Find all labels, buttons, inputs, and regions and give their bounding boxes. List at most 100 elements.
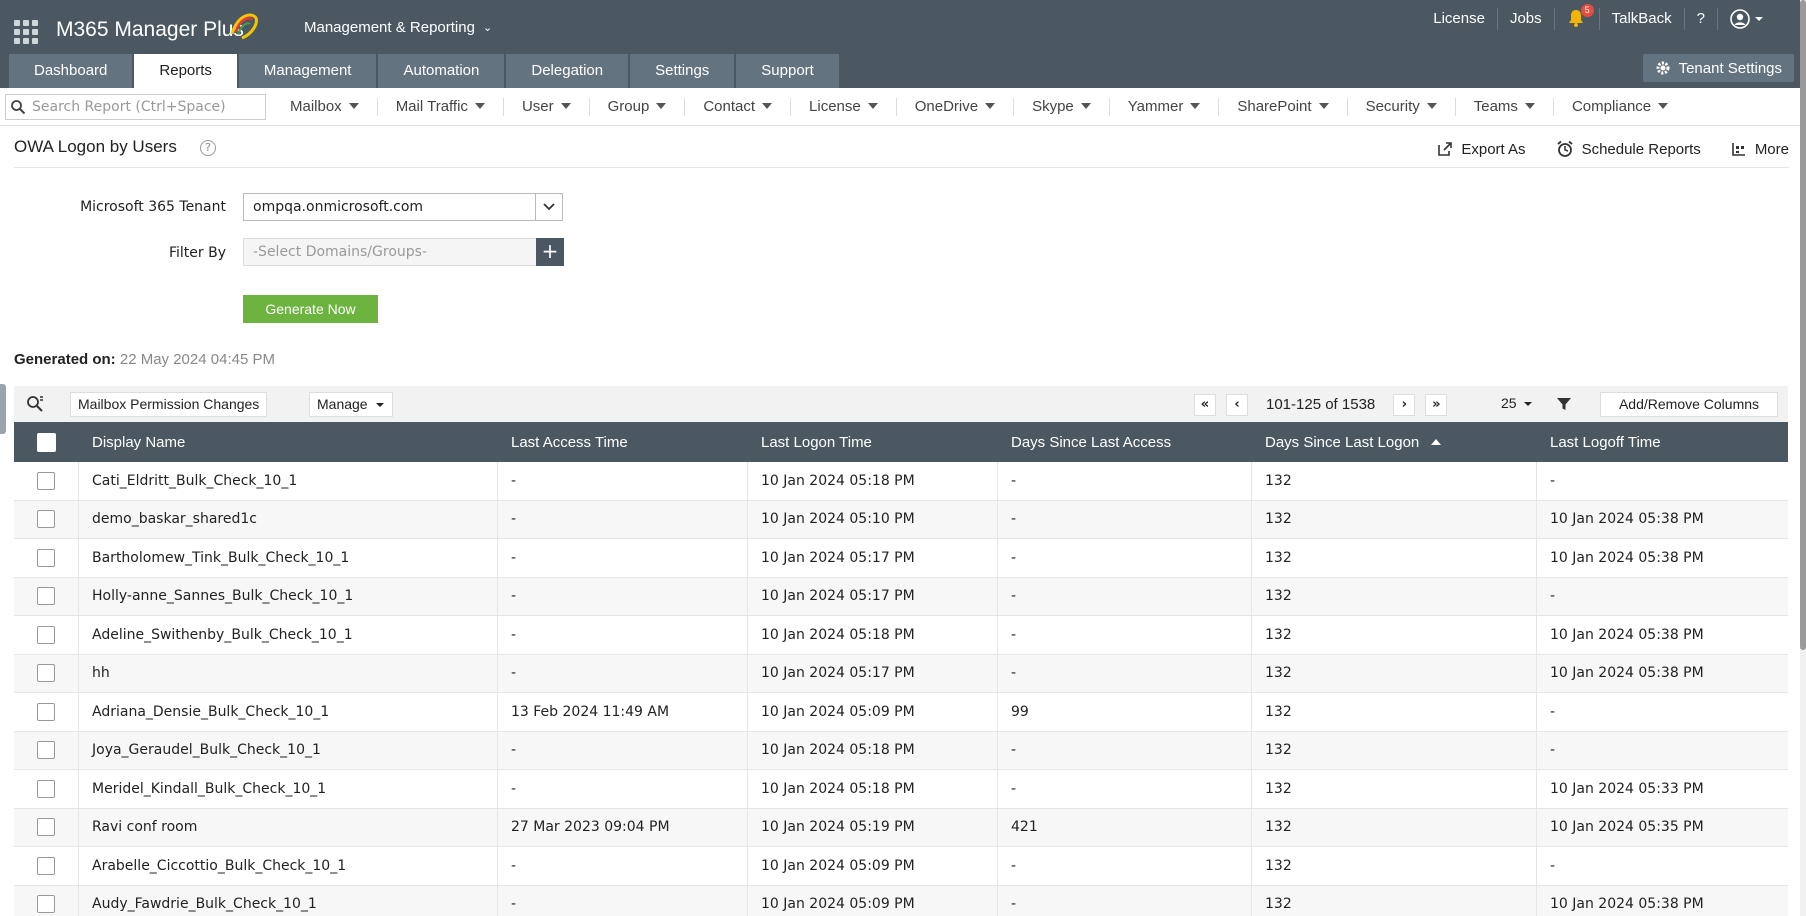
tab-support[interactable]: Support — [736, 54, 839, 88]
category-license[interactable]: License — [791, 98, 897, 116]
cell-days-since-access: - — [998, 462, 1252, 500]
table-row[interactable]: Adriana_Densie_Bulk_Check_10_1 13 Feb 202… — [14, 693, 1788, 732]
help-icon[interactable]: ? — [200, 140, 216, 156]
page-size-select[interactable]: 25 — [1494, 392, 1540, 417]
caret-down-icon — [1426, 103, 1437, 109]
table-row[interactable]: Audy_Fawdrie_Bulk_Check_10_1-10 Jan 2024… — [14, 885, 1788, 916]
side-panel-handle[interactable] — [0, 384, 6, 434]
next-page-button[interactable]: › — [1393, 393, 1416, 416]
cell-display-name: Adeline_Swithenby_Bulk_Check_10_1 — [79, 616, 498, 654]
help-link[interactable]: ? — [1685, 8, 1718, 30]
category-label: Skype — [1032, 98, 1074, 115]
table-row[interactable]: Arabelle_Ciccottio_Bulk_Check_10_1-10 Ja… — [14, 847, 1788, 886]
table-row[interactable]: Ravi conf room 27 Mar 2023 09:04 PM 10 Jan… — [14, 808, 1788, 847]
tenant-select[interactable]: ompqa.onmicrosoft.com — [243, 193, 563, 221]
prev-page-button[interactable]: ‹ — [1226, 393, 1248, 416]
category-yammer[interactable]: Yammer — [1110, 98, 1220, 116]
notifications[interactable]: 5 — [1555, 4, 1600, 30]
chevron-down-icon[interactable] — [535, 194, 562, 220]
category-skype[interactable]: Skype — [1014, 98, 1110, 116]
add-filter-button[interactable]: + — [536, 238, 564, 266]
tab-automation[interactable]: Automation — [378, 54, 505, 88]
category-onedrive[interactable]: OneDrive — [897, 98, 1015, 116]
tab-management[interactable]: Management — [238, 54, 377, 88]
table-row[interactable]: Holly-anne_Sannes_Bulk_Check_10_1-10 Jan… — [14, 577, 1788, 616]
category-security[interactable]: Security — [1348, 98, 1456, 116]
category-label: Security — [1365, 98, 1420, 115]
search-filter-icon[interactable] — [26, 395, 44, 413]
category-user[interactable]: User — [504, 98, 590, 116]
tab-reports[interactable]: Reports — [134, 54, 237, 88]
talkback-link[interactable]: TalkBack — [1600, 8, 1685, 30]
category-mailbox[interactable]: Mailbox — [272, 98, 378, 116]
category-sharepoint[interactable]: SharePoint — [1219, 98, 1348, 116]
row-checkbox[interactable] — [37, 856, 55, 875]
category-label: Mailbox — [290, 98, 342, 115]
table-row[interactable]: Meridel_Kindall_Bulk_Check_10_1-10 Jan 2… — [14, 770, 1788, 809]
column-header-last-access[interactable]: Last Access Time — [498, 422, 748, 462]
filter-domains-input[interactable]: -Select Domains/Groups- — [243, 238, 537, 266]
table-row[interactable]: Adeline_Swithenby_Bulk_Check_10_1-10 Jan… — [14, 616, 1788, 655]
cell-last-logoff: 10 Jan 2024 05:38 PM — [1550, 626, 1704, 643]
cell-display-name: Cati_Eldritt_Bulk_Check_10_1 — [79, 462, 498, 500]
column-header-last-logon[interactable]: Last Logon Time — [748, 422, 998, 462]
category-compliance[interactable]: Compliance — [1554, 98, 1686, 116]
column-header-display-name[interactable]: Display Name — [79, 422, 498, 462]
user-menu[interactable] — [1718, 8, 1776, 30]
column-header-days-since-logon[interactable]: Days Since Last Logon — [1252, 422, 1537, 462]
row-checkbox[interactable] — [37, 510, 55, 529]
filter-icon[interactable] — [1556, 396, 1572, 412]
search-report-placeholder: Search Report (Ctrl+Space) — [32, 99, 226, 115]
category-label: Yammer — [1127, 98, 1184, 115]
tab-dashboard[interactable]: Dashboard — [9, 54, 133, 88]
category-mail-traffic[interactable]: Mail Traffic — [378, 98, 504, 116]
row-checkbox[interactable] — [37, 548, 55, 567]
jobs-link[interactable]: Jobs — [1498, 8, 1555, 30]
cell-last-logon: 10 Jan 2024 05:17 PM — [748, 577, 998, 615]
row-checkbox[interactable] — [37, 741, 55, 760]
row-checkbox[interactable] — [37, 587, 55, 606]
row-checkbox[interactable] — [37, 664, 55, 683]
category-teams[interactable]: Teams — [1456, 98, 1554, 116]
scrollbar-thumb[interactable] — [1800, 0, 1806, 650]
schedule-reports-button[interactable]: Schedule Reports — [1556, 140, 1701, 158]
bell-icon[interactable]: 5 — [1567, 4, 1594, 28]
category-group[interactable]: Group — [590, 98, 686, 116]
table-row[interactable]: Cati_Eldritt_Bulk_Check_10_1-10 Jan 2024… — [14, 462, 1788, 501]
row-checkbox[interactable] — [37, 471, 55, 490]
page-scrollbar[interactable] — [1800, 0, 1806, 916]
category-contact[interactable]: Contact — [685, 98, 792, 116]
row-checkbox[interactable] — [37, 895, 55, 914]
report-actions: Export As Schedule Reports More — [1407, 140, 1789, 158]
row-checkbox[interactable] — [37, 702, 55, 721]
license-link[interactable]: License — [1421, 8, 1498, 30]
row-checkbox[interactable] — [37, 625, 55, 644]
filter-by-label: Filter By — [168, 245, 226, 261]
tab-settings[interactable]: Settings — [630, 54, 735, 88]
search-report-input[interactable]: Search Report (Ctrl+Space) — [5, 94, 266, 120]
select-all-checkbox[interactable] — [37, 432, 56, 452]
first-page-button[interactable]: « — [1194, 393, 1216, 416]
generate-now-button[interactable]: Generate Now — [243, 295, 378, 323]
table-row[interactable]: Bartholomew_Tink_Bulk_Check_10_1-10 Jan … — [14, 539, 1788, 578]
row-checkbox[interactable] — [37, 818, 55, 837]
last-page-button[interactable]: » — [1425, 393, 1448, 416]
quick-filter-chip[interactable]: Mailbox Permission Changes — [70, 392, 268, 417]
table-row[interactable]: demo_baskar_shared1c -10 Jan 2024 05:10 P… — [14, 500, 1788, 539]
module-switcher[interactable]: Management & Reporting ⌄ — [304, 19, 492, 36]
row-checkbox[interactable] — [37, 779, 55, 798]
add-remove-columns-button[interactable]: Add/Remove Columns — [1600, 392, 1778, 417]
table-row[interactable]: Joya_Geraudel_Bulk_Check_10_1-10 Jan 202… — [14, 731, 1788, 770]
chevron-down-icon: ⌄ — [482, 22, 493, 34]
tenant-settings-button[interactable]: Tenant Settings — [1642, 54, 1794, 82]
manage-dropdown[interactable]: Manage — [309, 392, 394, 417]
cell-display-name: demo_baskar_shared1c — [79, 500, 498, 538]
app-grid-icon[interactable] — [14, 20, 38, 44]
column-header-last-logoff[interactable]: Last Logoff Time — [1537, 422, 1788, 462]
column-header-days-since-access[interactable]: Days Since Last Access — [998, 422, 1252, 462]
more-button[interactable]: More — [1731, 141, 1789, 158]
export-as-button[interactable]: Export As — [1437, 141, 1526, 158]
tab-delegation[interactable]: Delegation — [506, 54, 629, 88]
report-table: Display Name Last Access Time Last Logon… — [14, 422, 1788, 916]
table-row[interactable]: hh -10 Jan 2024 05:17 PM -132 10 Jan 2024 0… — [14, 654, 1788, 693]
